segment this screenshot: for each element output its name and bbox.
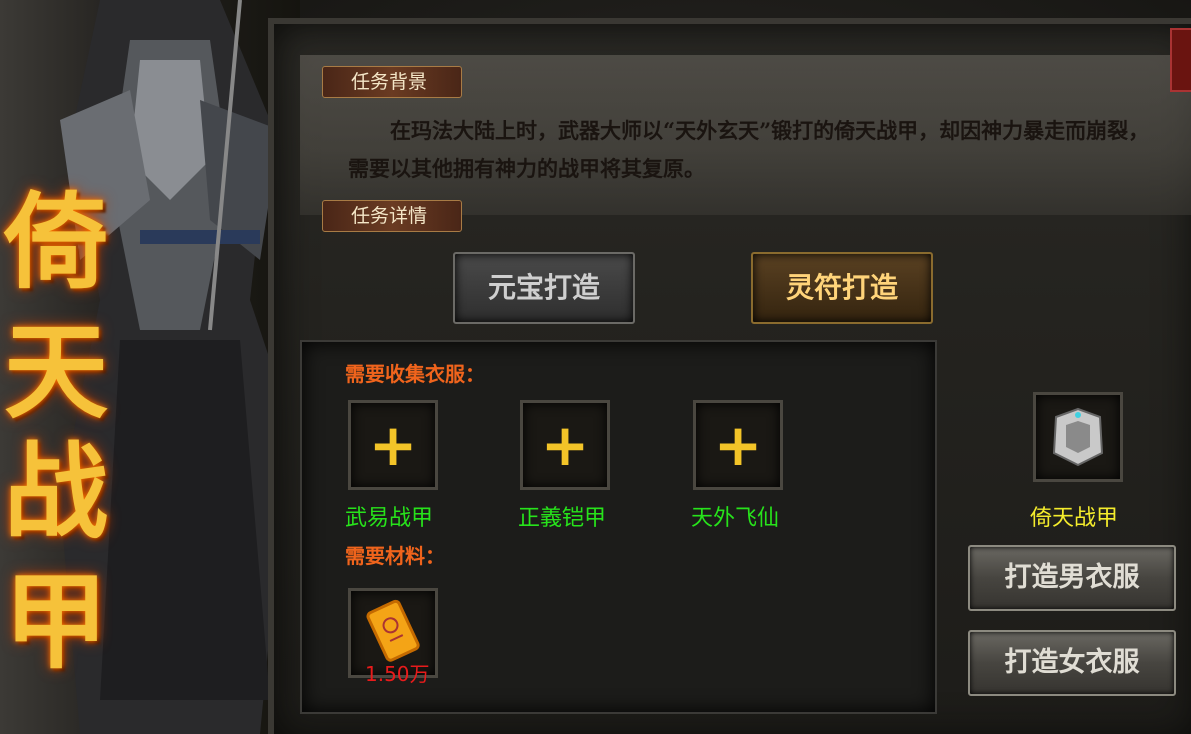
collect-item-name-2: 正義铠甲 <box>518 506 607 531</box>
armor-icon <box>1052 407 1104 467</box>
collect-item-name-3: 天外飞仙 <box>691 506 780 531</box>
material-quantity: 1.50万 <box>365 662 430 686</box>
result-item-name: 倚天战甲 <box>1030 506 1119 531</box>
collect-slot-1[interactable]: + <box>348 400 438 490</box>
plus-icon: + <box>540 411 590 479</box>
yuanbao-craft-tab[interactable]: 元宝打造 <box>453 252 635 324</box>
banner-char-1: 倚 <box>4 180 109 303</box>
plus-icon: + <box>368 411 418 479</box>
collect-item-name-1: 武易战甲 <box>345 506 434 531</box>
craft-female-button[interactable]: 打造女衣服 <box>968 630 1176 696</box>
character-artwork: 倚 天 战 甲 <box>0 0 300 734</box>
close-button[interactable] <box>1170 28 1191 92</box>
result-slot[interactable] <box>1033 392 1123 482</box>
materials-label: 需要材料： <box>345 544 445 568</box>
collect-label: 需要收集衣服： <box>345 362 485 386</box>
tab-quest-details: 任务详情 <box>322 200 463 232</box>
banner-char-3: 战 <box>4 430 109 553</box>
game-window: 倚 天 战 甲 任务背景 在玛法大陆上时，武器大师以“天外玄天”锻打的倚天战甲，… <box>0 0 1191 734</box>
banner-char-2: 天 <box>4 310 109 433</box>
tab-quest-background: 任务背景 <box>322 66 463 98</box>
talisman-craft-tab[interactable]: 灵符打造 <box>751 252 933 324</box>
plus-icon: + <box>713 411 763 479</box>
collect-slot-2[interactable]: + <box>520 400 610 490</box>
collect-slot-3[interactable]: + <box>693 400 783 490</box>
banner-char-4: 甲 <box>4 560 109 683</box>
quest-story-text: 在玛法大陆上时，武器大师以“天外玄天”锻打的倚天战甲，却因神力暴走而崩裂，需要以… <box>348 118 1150 181</box>
craft-male-button[interactable]: 打造男衣服 <box>968 545 1176 611</box>
